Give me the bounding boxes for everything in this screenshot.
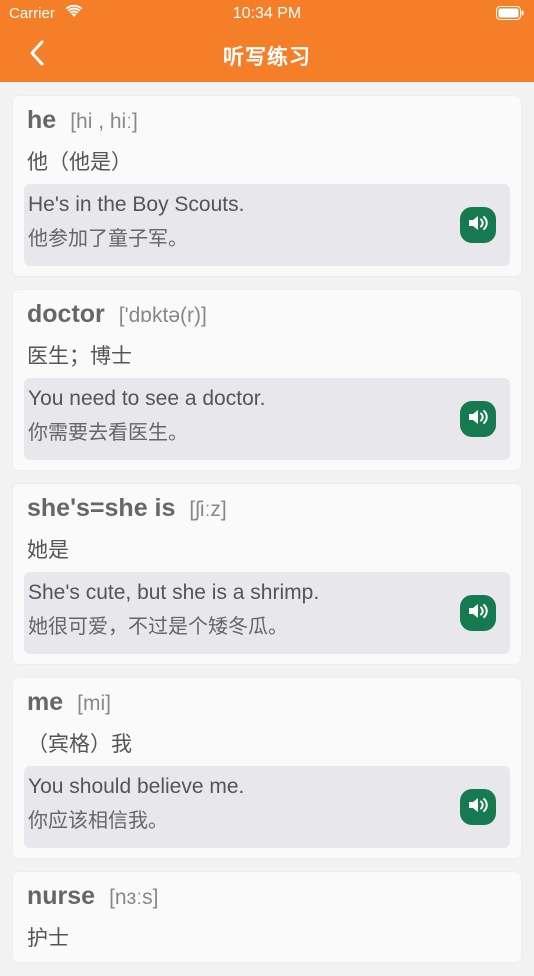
word-list[interactable]: he [hi , hiː] 他（他是） He's in the Boy Scou… [13,96,521,976]
speaker-icon [467,408,489,431]
example-chinese: 他参加了童子军。 [28,228,188,250]
word-text: she's=she is [27,494,176,522]
play-sound-button[interactable] [460,789,496,825]
status-bar: Carrier 10:34 PM [0,0,534,28]
meaning-text: （宾格）我 [27,733,132,756]
speaker-icon [467,796,489,819]
battery-icon [496,6,524,24]
word-text: me [27,688,64,716]
word-card: he [hi , hiː] 他（他是） He's in the Boy Scou… [13,96,521,276]
word-row: she's=she is [ʃiːz] [24,494,510,530]
example-chinese: 你需要去看医生。 [28,422,188,444]
word-card: me [mi] （宾格）我 You should believe me. 你应该… [13,678,521,858]
word-text: nurse [27,882,96,910]
play-sound-button[interactable] [460,401,496,437]
example-box: He's in the Boy Scouts. 他参加了童子军。 [24,184,510,266]
word-card: doctor ['dɒktə(r)] 医生；博士 You need to see… [13,290,521,470]
play-sound-button[interactable] [460,595,496,631]
word-text: he [27,106,57,134]
example-english: You need to see a doctor. [28,387,266,410]
meaning-text: 他（他是） [27,151,132,174]
example-box: She's cute, but she is a shrimp. 她很可爱，不过… [24,572,510,654]
meaning-text: 护士 [27,927,69,950]
example-chinese: 她很可爱，不过是个矮冬瓜。 [28,616,288,638]
example-box: You need to see a doctor. 你需要去看医生。 [24,378,510,460]
word-card: nurse [nɜːs] 护士 [13,872,521,962]
word-text: doctor [27,300,105,328]
phonetic-text: [ʃiːz] [189,498,227,521]
example-box: You should believe me. 你应该相信我。 [24,766,510,848]
meaning-text: 她是 [27,539,69,562]
phonetic-text: [nɜːs] [109,886,159,909]
word-row: me [mi] [24,688,510,724]
play-sound-button[interactable] [460,207,496,243]
example-english: You should believe me. [28,775,245,798]
speaker-icon [467,602,489,625]
phonetic-text: [mi] [77,692,111,715]
word-card: she's=she is [ʃiːz] 她是 She's cute, but s… [13,484,521,664]
word-row: doctor ['dɒktə(r)] [24,300,510,336]
page-title: 听写练习 [223,46,311,69]
phonetic-text: [hi , hiː] [70,110,138,133]
example-english: He's in the Boy Scouts. [28,193,245,216]
status-time: 10:34 PM [232,5,302,22]
app-header: Carrier 10:34 PM 听写练习 [0,0,534,82]
word-row: he [hi , hiː] [24,106,510,142]
example-english: She's cute, but she is a shrimp. [28,581,320,604]
nav-bar: 听写练习 [0,28,534,82]
word-row: nurse [nɜːs] [24,882,510,918]
phonetic-text: ['dɒktə(r)] [118,304,207,327]
example-chinese: 你应该相信我。 [28,810,168,832]
speaker-icon [467,214,489,237]
meaning-text: 医生；博士 [27,345,132,368]
